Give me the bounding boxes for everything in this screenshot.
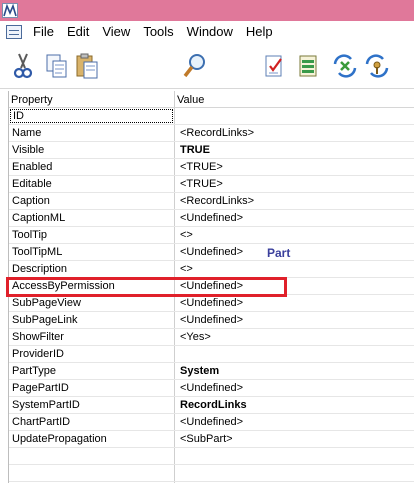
property-value[interactable]: <Undefined> [180,382,243,394]
property-name: SubPageView [12,297,81,309]
property-name: ToolTipML [12,246,63,258]
property-value[interactable]: <TRUE> [180,178,223,190]
property-name: ProviderID [12,348,64,360]
property-value[interactable]: <Undefined> [180,297,243,309]
property-value[interactable]: <Undefined> [180,314,243,326]
design-icon[interactable] [294,51,324,81]
property-name: ChartPartID [12,416,71,428]
property-row-id[interactable]: ID [9,108,414,125]
property-value[interactable]: <RecordLinks> [180,127,254,139]
property-value[interactable]: TRUE [180,144,210,156]
grid-header: Property Value [9,91,414,108]
property-row-captionml[interactable]: CaptionML <Undefined> [9,210,414,227]
property-row-tooltipml[interactable]: ToolTipML <Undefined> Part [9,244,414,261]
property-value[interactable]: <> [180,263,193,275]
property-name: PartType [12,365,57,377]
property-row-providerid[interactable]: ProviderID [9,346,414,363]
property-row-enabled[interactable]: Enabled <TRUE> [9,159,414,176]
property-row-editable[interactable]: Editable <TRUE> [9,176,414,193]
value-column-header[interactable]: Value [177,94,204,106]
property-row-parttype[interactable]: PartType System [9,363,414,380]
property-name: PagePartID [12,382,69,394]
properties-icon[interactable] [260,51,290,81]
menu-edit[interactable]: Edit [62,22,97,42]
copy-icon[interactable] [42,51,72,81]
property-row-subpagelink[interactable]: SubPageLink <Undefined> [9,312,414,329]
property-value[interactable]: RecordLinks [180,399,247,411]
property-value[interactable]: <> [180,229,193,241]
property-name: Caption [12,195,50,207]
property-row-tooltip[interactable]: ToolTip <> [9,227,414,244]
menu-file[interactable]: File [28,22,62,42]
property-name: AccessByPermission [12,280,115,292]
property-row-pagepartid[interactable]: PagePartID <Undefined> [9,380,414,397]
property-row-subpageview[interactable]: SubPageView <Undefined> [9,295,414,312]
property-name: Editable [12,178,52,190]
property-row-updatepropagation[interactable]: UpdatePropagation <SubPart> [9,431,414,448]
property-value[interactable]: <Undefined> [180,212,243,224]
property-column-header[interactable]: Property [11,94,53,106]
property-value[interactable]: <Yes> [180,331,211,343]
property-rows: ID Name <RecordLinks> Visible TRUE Enabled… [9,108,414,482]
property-grid: Property Value ID Name <RecordLinks> Visi… [8,91,414,483]
property-value[interactable]: <Undefined> [180,246,243,258]
property-value[interactable]: <RecordLinks> [180,195,254,207]
property-row-visible[interactable]: Visible TRUE [9,142,414,159]
property-name: ShowFilter [12,331,64,343]
property-name: Description [12,263,68,275]
paste-icon[interactable] [72,51,102,81]
document-menu-icon[interactable] [6,25,22,39]
menu-tools[interactable]: Tools [138,22,181,42]
menu-window[interactable]: Window [182,22,241,42]
app-logo-icon[interactable] [2,3,18,18]
property-name: SystemPartID [12,399,80,411]
find-icon[interactable] [180,51,210,81]
property-value[interactable]: <SubPart> [180,433,233,445]
property-name: SubPageLink [12,314,78,326]
scissors-icon[interactable] [8,51,38,81]
property-name: Enabled [12,161,53,173]
property-name: Visible [12,144,45,156]
property-row-chartpartid[interactable]: ChartPartID <Undefined> [9,414,414,431]
title-bar [0,0,414,21]
property-value[interactable]: System [180,365,219,377]
part-annotation-label: Part [267,246,291,260]
property-name: UpdatePropagation [12,433,107,445]
permissions-icon[interactable] [362,51,392,81]
property-name: ID [10,109,173,123]
menu-view[interactable]: View [97,22,138,42]
property-row-description[interactable]: Description <> [9,261,414,278]
property-row-caption[interactable]: Caption <RecordLinks> [9,193,414,210]
property-name: ToolTip [12,229,48,241]
menu-bar: File Edit View Tools Window Help [0,21,414,43]
property-name: CaptionML [12,212,66,224]
property-name: Name [12,127,42,139]
property-value[interactable]: <TRUE> [180,161,223,173]
property-value[interactable]: <Undefined> [180,280,243,292]
property-row-name[interactable]: Name <RecordLinks> [9,125,414,142]
property-row-systempartid[interactable]: SystemPartID RecordLinks [9,397,414,414]
property-row-showfilter[interactable]: ShowFilter <Yes> [9,329,414,346]
property-row-accessbypermission[interactable]: AccessByPermission <Undefined> [9,278,414,295]
property-value[interactable]: <Undefined> [180,416,243,428]
property-row-empty [9,465,414,482]
refresh-icon[interactable] [330,51,360,81]
menu-help[interactable]: Help [241,22,281,42]
toolbar [0,43,414,89]
property-row-empty [9,448,414,465]
